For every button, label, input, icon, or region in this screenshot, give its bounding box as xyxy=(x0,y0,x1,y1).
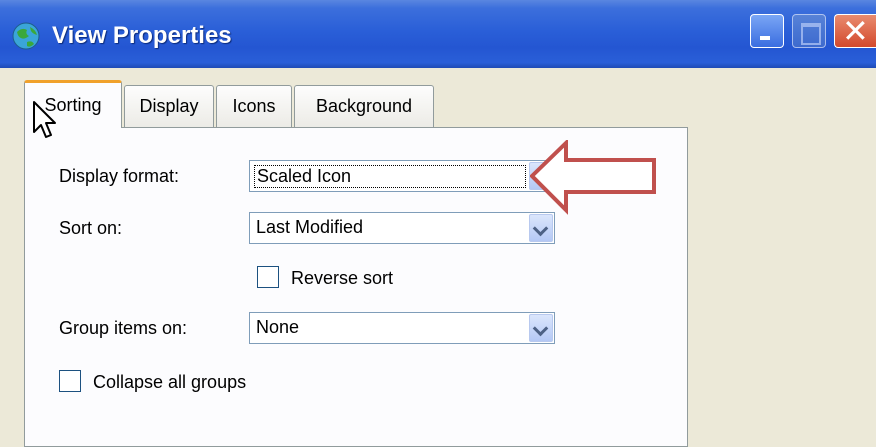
tab-label: Icons xyxy=(232,96,276,116)
sort-on-label: Sort on: xyxy=(59,218,123,238)
group-items-select[interactable]: None xyxy=(249,312,555,344)
sort-on-select[interactable]: Last Modified xyxy=(249,212,555,244)
tab-icons[interactable]: Icons xyxy=(216,85,292,127)
collapse-groups-label: Collapse all groups xyxy=(93,372,247,392)
close-icon: ✕ xyxy=(842,13,869,49)
tab-label: Background xyxy=(315,96,413,116)
title-bar[interactable]: View Properties ✕ xyxy=(0,0,876,68)
reverse-sort-checkbox[interactable] xyxy=(257,266,279,288)
tab-display[interactable]: Display xyxy=(124,85,214,127)
window-title: View Properties xyxy=(52,22,232,49)
tab-label: Display xyxy=(139,96,199,116)
minimize-button[interactable] xyxy=(750,14,784,48)
chevron-down-icon[interactable] xyxy=(529,214,553,242)
maximize-button[interactable] xyxy=(792,14,826,48)
tab-background[interactable]: Background xyxy=(294,85,434,127)
display-format-label: Display format: xyxy=(59,166,180,186)
close-button[interactable]: ✕ xyxy=(834,13,876,49)
collapse-groups-checkbox[interactable] xyxy=(59,370,81,392)
display-format-value: Scaled Icon xyxy=(254,165,526,188)
sort-on-value: Last Modified xyxy=(256,217,364,237)
chevron-down-icon[interactable] xyxy=(529,314,553,342)
globe-icon xyxy=(12,22,40,50)
mouse-cursor-icon xyxy=(33,101,56,138)
group-items-value: None xyxy=(256,317,300,337)
callout-arrow-icon xyxy=(530,140,656,215)
reverse-sort-label: Reverse sort xyxy=(291,268,394,288)
display-format-select[interactable]: Scaled Icon xyxy=(249,160,555,192)
group-items-label: Group items on: xyxy=(59,318,188,338)
